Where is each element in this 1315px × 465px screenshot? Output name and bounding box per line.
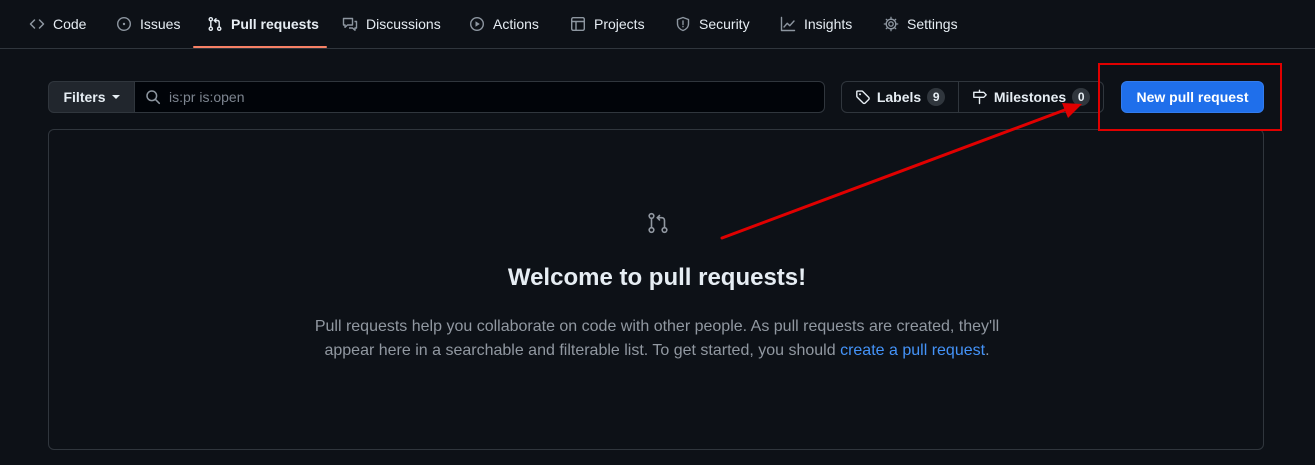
blankslate-description: Pull requests help you collaborate on co… [289,315,1025,363]
gear-icon [883,16,899,32]
tab-settings[interactable]: Settings [883,0,958,48]
search-icon [146,90,161,105]
blankslate-description-line1: Pull requests help you collaborate on co… [314,318,1000,335]
repo-nav: Code Issues Pull requests Discussions Ac… [0,0,1315,49]
milestone-icon [972,89,987,105]
tab-actions-label: Actions [493,16,539,32]
filters-button-label: Filters [63,89,106,105]
issue-icon [116,16,132,32]
tab-projects-label: Projects [594,16,645,32]
tab-security[interactable]: Security [675,0,750,48]
tab-insights-label: Insights [804,16,853,32]
create-pull-request-link[interactable]: create a pull request [840,342,985,359]
labels-count-badge: 9 [927,88,946,106]
table-icon [571,17,586,32]
tab-settings-label: Settings [907,16,958,32]
tab-projects[interactable]: Projects [570,0,645,48]
page: Code Issues Pull requests Discussions Ac… [0,0,1315,465]
pull-requests-blankslate: Welcome to pull requests! Pull requests … [48,129,1264,450]
labels-button[interactable]: Labels 9 [842,82,959,112]
caret-down-icon [111,95,120,99]
code-icon [29,19,45,29]
pull-request-icon [208,16,222,31]
blankslate-description-suffix: . [985,342,990,359]
tab-security-label: Security [699,16,750,32]
blankslate-title: Welcome to pull requests! [507,264,807,291]
tab-pull-requests[interactable]: Pull requests [207,0,319,48]
tab-code[interactable]: Code [29,0,86,48]
tab-discussions-label: Discussions [366,16,441,32]
play-icon [469,16,485,32]
shield-icon [676,16,690,32]
search-field[interactable] [134,81,825,113]
graph-icon [780,16,796,32]
active-tab-indicator [193,46,327,48]
labels-milestones-group: Labels 9 Milestones 0 [841,81,1104,113]
blankslate-description-line2: appear here in a searchable and filterab… [324,342,841,359]
tab-discussions[interactable]: Discussions [342,0,441,48]
labels-button-label: Labels [876,89,922,105]
tab-insights[interactable]: Insights [780,0,852,48]
tab-issues[interactable]: Issues [116,0,180,48]
tag-icon [855,90,870,105]
filters-button[interactable]: Filters [48,81,135,113]
tab-actions[interactable]: Actions [469,0,539,48]
pull-request-icon [648,212,668,234]
annotation-highlight-box [1098,63,1282,131]
milestones-count-badge: 0 [1072,88,1091,106]
tab-pull-requests-label: Pull requests [231,16,319,32]
tab-issues-label: Issues [140,16,181,32]
tab-code-label: Code [53,16,87,32]
milestones-button-label: Milestones [993,89,1067,105]
search-input[interactable] [169,89,809,105]
milestones-button[interactable]: Milestones 0 [959,82,1103,112]
discussion-icon [342,17,358,31]
